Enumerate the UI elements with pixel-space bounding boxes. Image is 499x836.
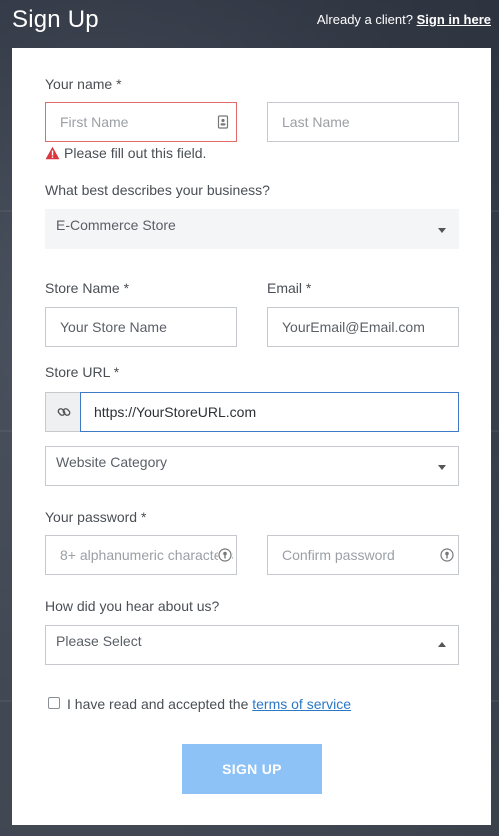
client-prompt-text: Already a client? [316,12,413,27]
name-label: Your name * [45,76,122,92]
sign-up-button[interactable]: SIGN UP [182,744,322,794]
last-name-input[interactable]: Last Name [267,102,459,142]
sign-in-link[interactable]: Sign in here [417,12,491,27]
terms-text: I have read and accepted the [67,696,249,712]
email-input[interactable]: YourEmail@Email.com [267,307,459,347]
name-error-message: Please fill out this field. [45,145,206,161]
warning-icon [45,146,60,160]
password-manager-icon[interactable] [440,548,454,562]
password-manager-icon[interactable] [218,548,232,562]
website-category-value: Website Category [56,454,168,470]
terms-of-service-link[interactable]: terms of service [252,696,351,712]
store-url-input[interactable]: https://YourStoreURL.com [80,392,459,432]
email-placeholder: YourEmail@Email.com [282,319,425,335]
name-error-text: Please fill out this field. [64,145,207,161]
confirm-password-input[interactable]: Confirm password [267,535,459,575]
confirm-password-placeholder: Confirm password [282,547,395,563]
business-type-select[interactable]: E-Commerce Store [45,209,459,249]
password-input[interactable]: 8+ alphanumeric characters [45,535,237,575]
terms-checkbox[interactable] [48,697,60,709]
email-label: Email * [267,280,312,296]
chevron-down-icon [438,228,446,233]
store-name-input[interactable]: Your Store Name [45,307,237,347]
referral-select[interactable]: Please Select [45,625,459,665]
referral-label: How did you hear about us? [45,598,220,614]
terms-label: I have read and accepted the terms of se… [67,696,351,712]
store-name-label: Store Name * [45,280,130,296]
top-bar: Sign Up Already a client? Sign in here [0,0,499,48]
last-name-placeholder: Last Name [282,114,350,130]
link-addon [45,392,81,432]
first-name-placeholder: First Name [60,114,129,130]
store-url-label: Store URL * [45,364,120,380]
chevron-up-icon [438,642,446,647]
chevron-down-icon [438,465,446,470]
client-signin-prompt: Already a client? Sign in here [317,12,491,27]
website-category-select[interactable]: Website Category [45,446,459,486]
store-url-value: https://YourStoreURL.com [94,404,257,420]
signup-form: Your name * First Name Last Name Please … [12,48,491,825]
business-type-value: E-Commerce Store [56,217,176,233]
store-name-placeholder: Your Store Name [60,319,167,335]
contact-card-icon [217,115,229,129]
business-type-label: What best describes your business? [45,182,270,198]
first-name-input[interactable]: First Name [45,102,237,142]
password-label: Your password * [45,509,147,525]
referral-value: Please Select [56,633,142,649]
password-placeholder: 8+ alphanumeric characters [60,547,234,563]
page-title: Sign Up [12,6,99,33]
link-icon [57,408,71,416]
